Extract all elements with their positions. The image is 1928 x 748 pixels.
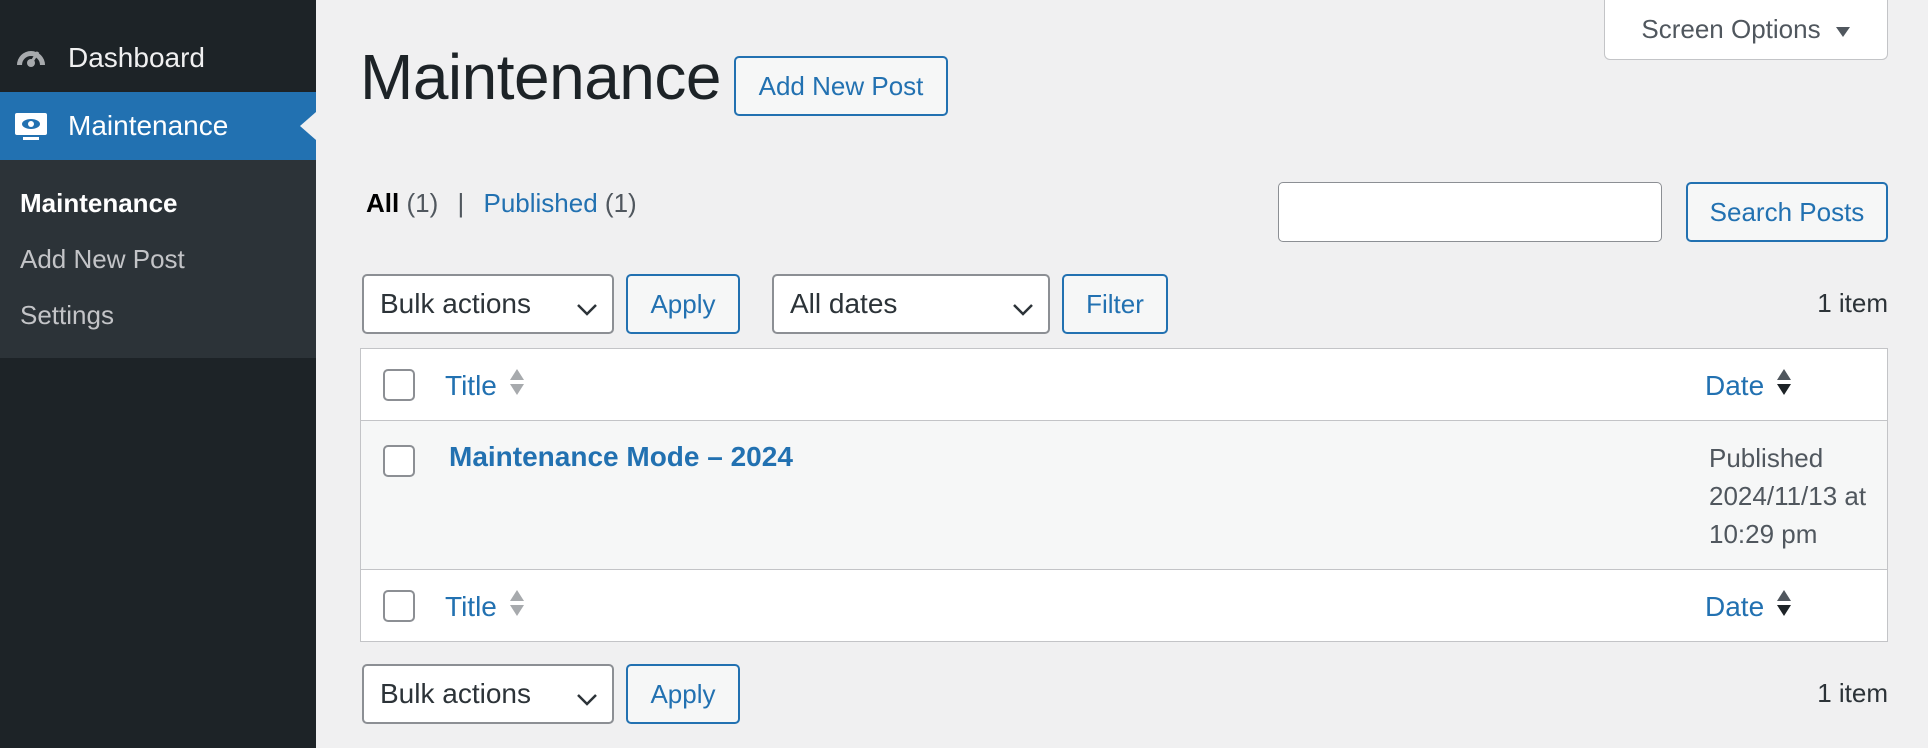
submenu-item-maintenance[interactable]: Maintenance <box>20 188 178 219</box>
filter-published-count: (1) <box>604 188 637 218</box>
status-filter-links: All (1) | Published (1) <box>366 188 637 219</box>
column-date-label: Date <box>1705 369 1765 401</box>
search-posts-button[interactable]: Search Posts <box>1686 182 1888 242</box>
screen-options-label: Screen Options <box>1641 14 1821 44</box>
screen-options-button[interactable]: Screen Options <box>1604 0 1888 60</box>
menu-item-maintenance[interactable]: Maintenance <box>0 92 316 160</box>
submenu-item-settings[interactable]: Settings <box>20 300 114 331</box>
filter-button[interactable]: Filter <box>1062 274 1168 334</box>
post-time-line: 10:29 pm <box>1709 519 1818 549</box>
column-date-header[interactable]: Date <box>1705 367 1792 404</box>
column-title-header[interactable]: Title <box>445 367 525 404</box>
maintenance-submenu: Maintenance Add New Post Settings <box>0 160 316 358</box>
column-date-label: Date <box>1705 590 1765 622</box>
submenu-item-add-new-post[interactable]: Add New Post <box>20 244 185 275</box>
filter-all-link[interactable]: All <box>366 188 399 218</box>
item-count-top: 1 item <box>1817 288 1888 318</box>
sort-arrows-icon <box>1776 367 1792 404</box>
chevron-down-icon <box>1012 294 1034 326</box>
column-title-footer[interactable]: Title <box>445 588 525 625</box>
chevron-down-icon <box>576 684 598 716</box>
table-footer-row: Title Date <box>361 569 1887 641</box>
dates-select[interactable]: All dates <box>772 274 1050 334</box>
main-content: Screen Options Maintenance Add New Post … <box>316 0 1928 748</box>
table-row: Maintenance Mode – 2024 Published 2024/1… <box>361 421 1887 569</box>
menu-label-dashboard: Dashboard <box>68 42 205 73</box>
sort-arrows-icon <box>509 367 525 404</box>
column-date-footer[interactable]: Date <box>1705 588 1792 625</box>
bulk-actions-select-top[interactable]: Bulk actions <box>362 274 614 334</box>
filter-published-link[interactable]: Published <box>483 188 597 218</box>
menu-label-maintenance: Maintenance <box>68 110 229 141</box>
post-date: Published 2024/11/13 at 10:29 pm <box>1709 439 1889 553</box>
item-count-bottom: 1 item <box>1817 678 1888 708</box>
page-title: Maintenance <box>360 41 721 113</box>
dates-value: All dates <box>790 288 898 319</box>
apply-button-bottom[interactable]: Apply <box>626 664 740 724</box>
post-status: Published <box>1709 443 1824 473</box>
select-all-checkbox-bottom[interactable] <box>383 590 415 622</box>
bulk-actions-select-bottom[interactable]: Bulk actions <box>362 664 614 724</box>
apply-button-top[interactable]: Apply <box>626 274 740 334</box>
admin-sidebar: Dashboard Maintenance Maintenance Add Ne… <box>0 0 316 748</box>
dashboard-gauge-icon <box>14 41 48 75</box>
post-title-link[interactable]: Maintenance Mode – 2024 <box>449 441 793 473</box>
sort-arrows-icon <box>509 588 525 625</box>
bulk-actions-value: Bulk actions <box>380 678 531 709</box>
column-title-label: Title <box>445 369 497 401</box>
filter-separator: | <box>457 188 465 218</box>
search-input[interactable] <box>1278 182 1662 242</box>
row-checkbox[interactable] <box>383 445 415 477</box>
column-title-label: Title <box>445 590 497 622</box>
triangle-down-icon <box>1835 14 1851 45</box>
monitor-eye-icon <box>14 109 48 143</box>
select-all-checkbox[interactable] <box>383 369 415 401</box>
posts-table: Title Date Maintenance Mode – 2024 Publi… <box>360 348 1888 642</box>
filter-all-count: (1) <box>406 188 439 218</box>
add-new-post-button[interactable]: Add New Post <box>734 56 948 116</box>
post-date-line: 2024/11/13 at <box>1709 481 1867 511</box>
table-header-row: Title Date <box>361 349 1887 421</box>
sort-arrows-icon <box>1776 588 1792 625</box>
chevron-down-icon <box>576 294 598 326</box>
menu-item-dashboard[interactable]: Dashboard <box>0 24 316 92</box>
bulk-actions-value: Bulk actions <box>380 288 531 319</box>
